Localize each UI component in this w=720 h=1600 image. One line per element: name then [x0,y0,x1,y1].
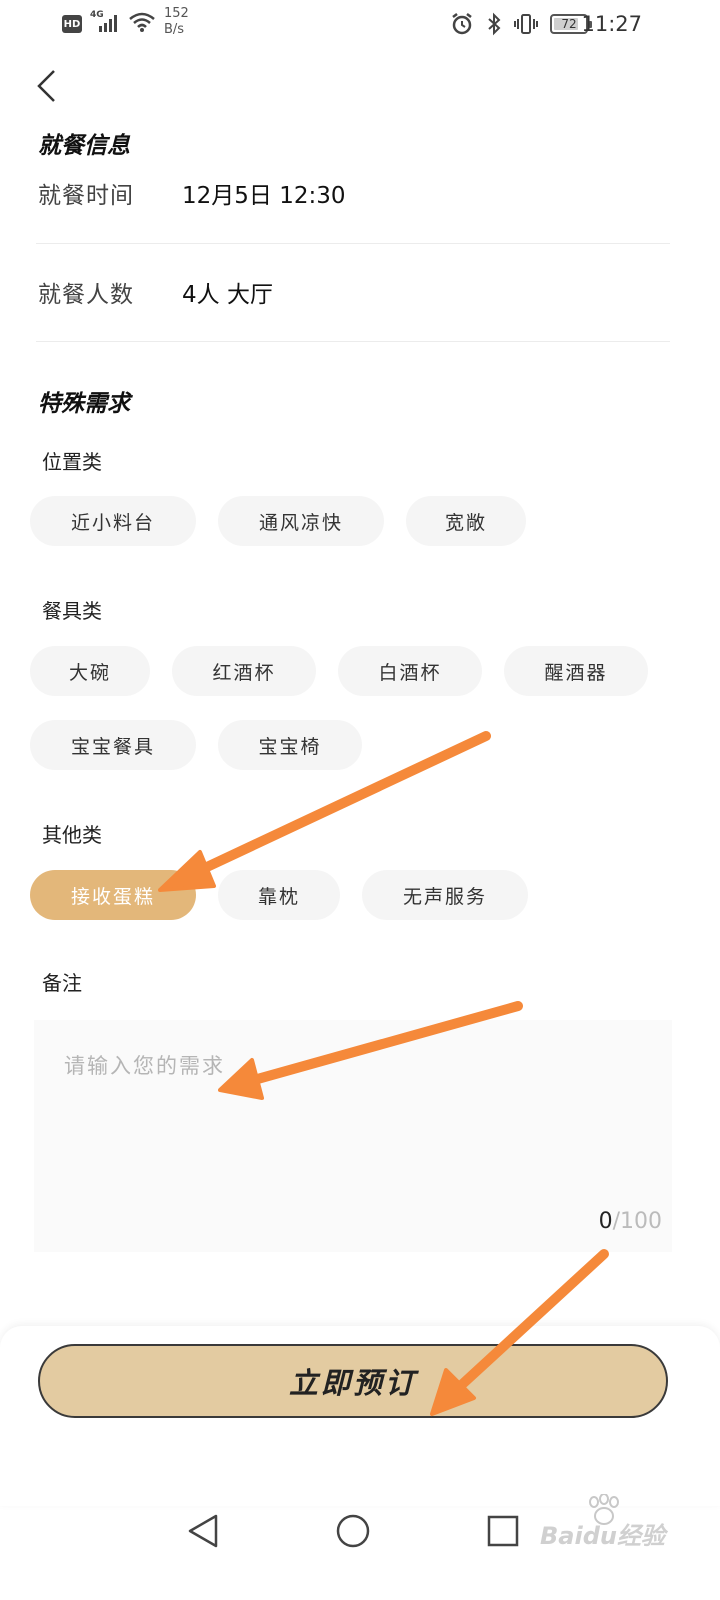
status-bar: HD 4G 152 B/s 72 11:27 [0,0,720,48]
chip-other-receive-cake[interactable]: 接收蛋糕 [30,870,196,920]
speed-unit: B/s [164,22,185,37]
chevron-left-icon [37,70,55,102]
battery-level: 72 [561,17,577,31]
dining-time-label: 就餐时间 [38,183,134,209]
divider [36,341,670,342]
remark-label: 备注 [42,971,82,995]
chip-tableware-decanter[interactable]: 醒酒器 [504,646,648,696]
party-size-value: 4人 大厅 [182,282,273,308]
speed-value: 152 [164,6,189,21]
nav-recents-button[interactable] [478,1506,528,1556]
chip-tableware-liquor-glass[interactable]: 白酒杯 [338,646,482,696]
watermark-logo: Baidu经验 [540,1494,670,1554]
char-counter: 0/100 [599,1209,662,1234]
party-size-label: 就餐人数 [38,282,134,308]
dining-info-title: 就餐信息 [38,133,130,159]
dining-time-row[interactable]: 就餐时间 12月5日 12:30 [38,176,346,210]
cellular-signal-icon: 4G [90,10,120,34]
network-speed: 152 B/s [164,6,189,38]
vibrate-icon [514,14,538,34]
triangle-back-icon [188,1514,218,1548]
char-count: 0 [598,1209,613,1234]
remark-input[interactable] [34,1020,672,1252]
circle-home-icon [336,1514,370,1548]
alarm-icon [452,13,472,35]
other-category-label: 其他类 [42,823,102,847]
char-max: /100 [612,1209,662,1234]
nav-home-button[interactable] [328,1506,378,1556]
divider [36,243,670,244]
clock: 11:27 [581,12,642,36]
square-recents-icon [487,1515,519,1547]
dining-time-value: 12月5日 12:30 [182,183,346,209]
chip-tableware-baby-utensils[interactable]: 宝宝餐具 [30,720,196,770]
location-category-label: 位置类 [42,450,102,474]
chip-tableware-baby-chair[interactable]: 宝宝椅 [218,720,362,770]
chip-location-near-sauce-bar[interactable]: 近小料台 [30,496,196,546]
bluetooth-icon [488,12,501,36]
chip-location-ventilated[interactable]: 通风凉快 [218,496,384,546]
wifi-icon [129,12,155,32]
chip-other-cushion[interactable]: 靠枕 [218,870,340,920]
hd-badge: HD [62,15,82,33]
remark-box: 0/100 [34,1020,672,1252]
special-requests-title: 特殊需求 [38,391,130,417]
chip-other-silent-service[interactable]: 无声服务 [362,870,528,920]
chip-tableware-big-bowl[interactable]: 大碗 [30,646,150,696]
party-size-row[interactable]: 就餐人数 4人 大厅 [38,275,273,309]
tableware-category-label: 餐具类 [42,599,102,623]
back-button[interactable] [28,66,64,106]
nav-back-button[interactable] [178,1506,228,1556]
book-now-button[interactable]: 立即预订 [38,1344,668,1418]
chip-location-spacious[interactable]: 宽敞 [406,496,526,546]
chip-tableware-wine-glass[interactable]: 红酒杯 [172,646,316,696]
watermark-text: Baidu经验 [540,1522,665,1550]
